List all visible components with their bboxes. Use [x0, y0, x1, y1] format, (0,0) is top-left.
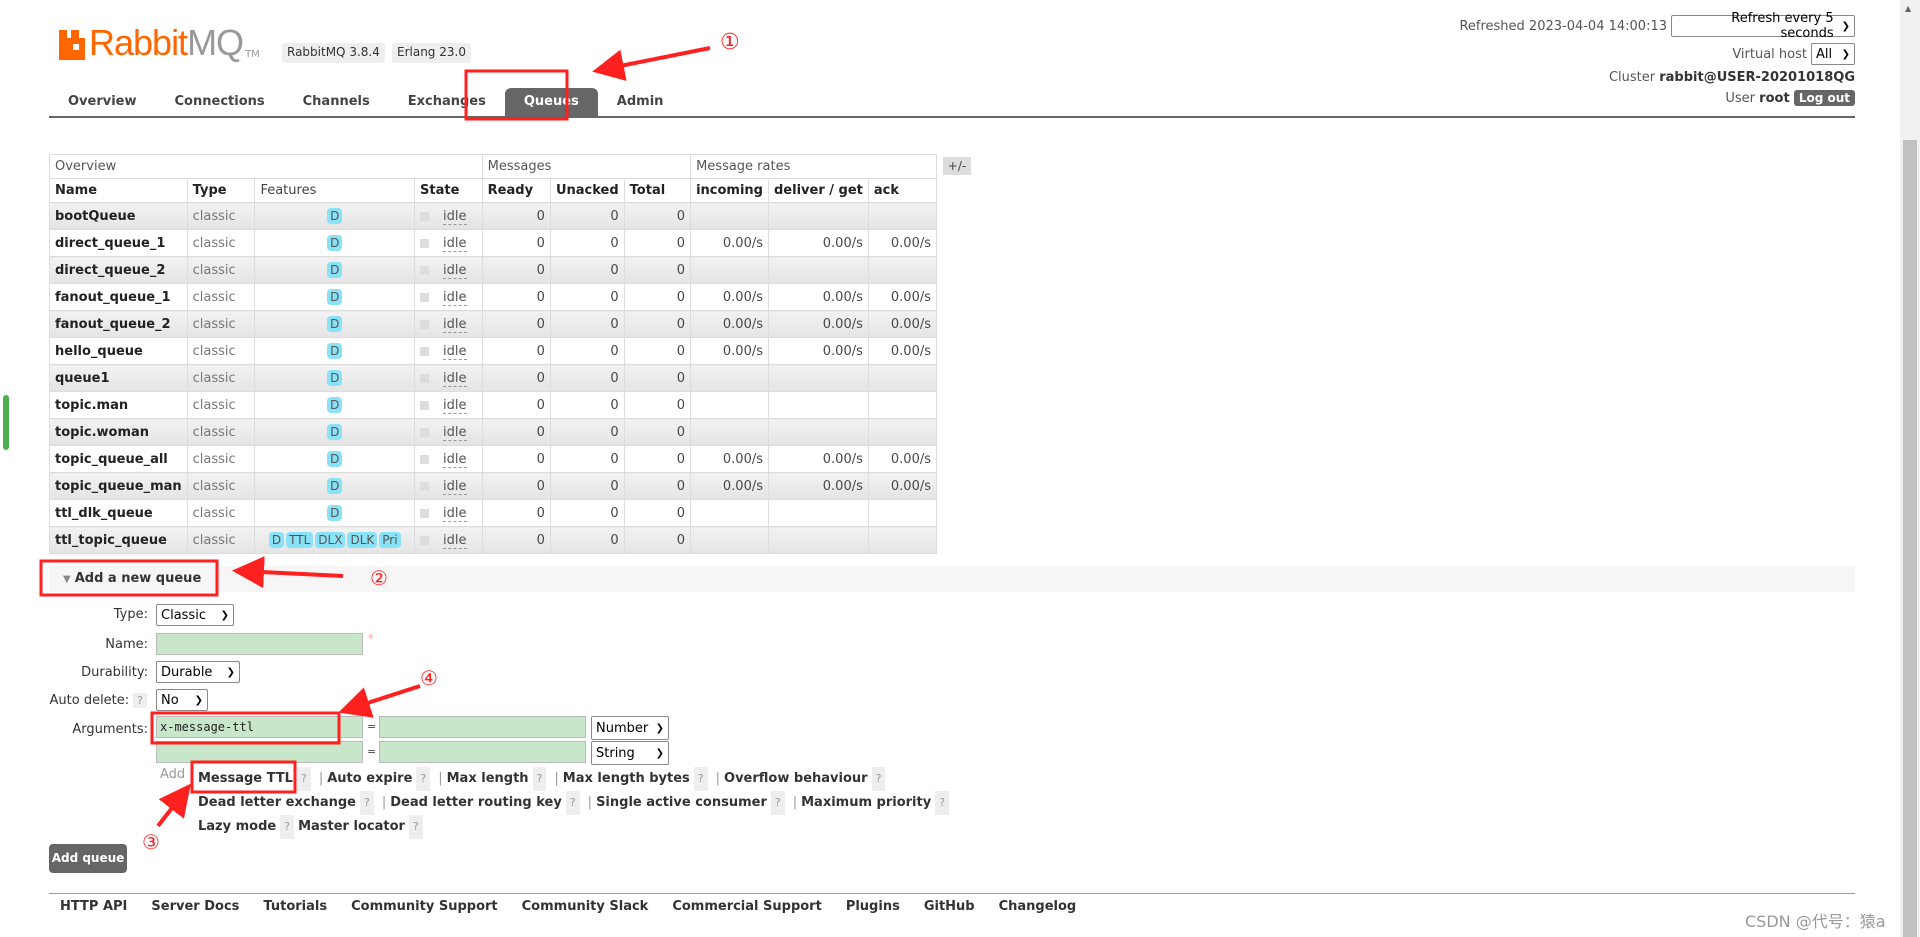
arrow-1 — [592, 46, 711, 81]
annotation-number-3: ③ — [142, 830, 160, 854]
annotation-number-1: ① — [720, 30, 740, 55]
arrow-3 — [156, 783, 191, 828]
highlight-box-message-ttl — [190, 760, 297, 794]
highlight-box-argument — [150, 711, 341, 745]
arrow-2 — [232, 556, 344, 589]
arrow-4 — [338, 684, 421, 718]
annotation-number-4: ④ — [420, 666, 438, 690]
highlight-box-add-queue — [39, 559, 219, 597]
highlight-box-queues — [464, 69, 569, 121]
annotation-layer — [39, 46, 711, 828]
annotation-number-2: ② — [370, 566, 388, 590]
